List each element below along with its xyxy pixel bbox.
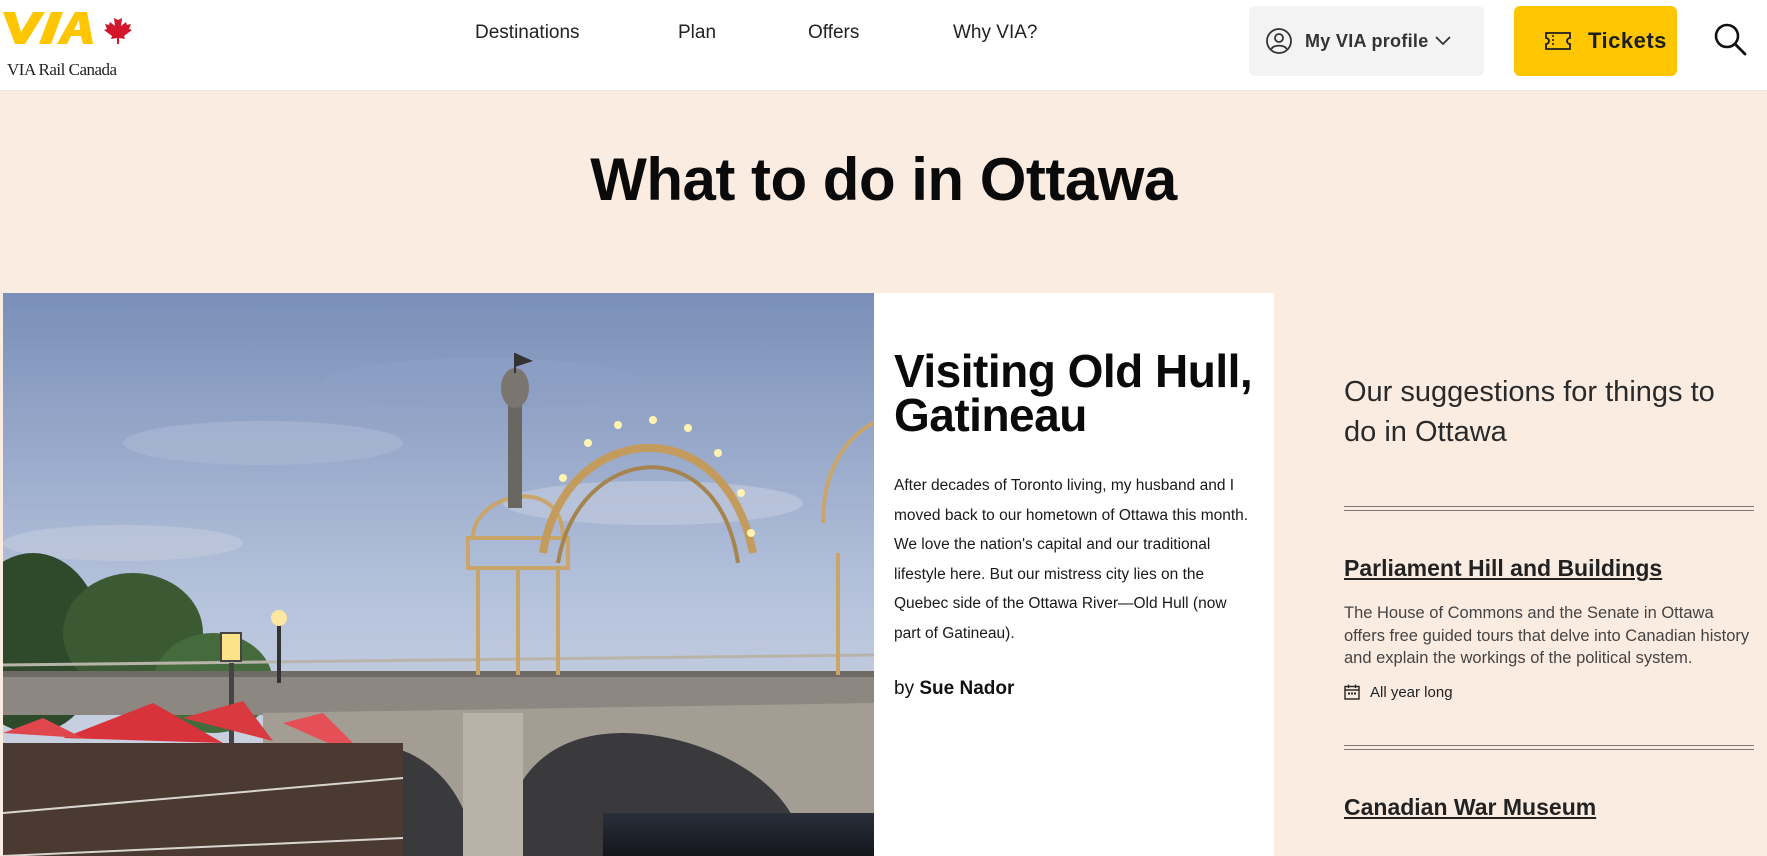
author-name: Sue Nador [919,678,1015,699]
my-via-profile-button[interactable]: My VIA profile [1249,6,1484,76]
feature-image-old-hull[interactable] [3,293,874,856]
search-icon [1714,23,1747,56]
nav-offers[interactable]: Offers [808,22,859,44]
suggestion-schedule: All year long [1344,684,1754,701]
ticket-icon [1545,32,1571,50]
schedule-label: All year long [1370,683,1453,701]
divider [1344,744,1754,750]
nav-why-via[interactable]: Why VIA? [953,22,1037,44]
nav-plan[interactable]: Plan [678,22,716,44]
search-button[interactable] [1713,22,1747,56]
suggestions-sidebar: Our suggestions for things to do in Otta… [1344,372,1754,821]
tickets-label: Tickets [1588,28,1667,53]
logo-wordmark: VIA Rail Canada [7,60,117,79]
suggestion-title-parliament-hill[interactable]: Parliament Hill and Buildings [1344,555,1754,582]
via-logo-mark [3,12,132,44]
site-header: VIA Rail Canada Destinations Plan Offers… [0,0,1767,91]
tickets-button[interactable]: Tickets [1514,6,1677,76]
suggestions-heading: Our suggestions for things to do in Otta… [1344,376,1715,448]
divider [1344,506,1754,511]
feature-photo [3,293,874,856]
feature-article-card: Visiting Old Hull, Gatineau After decade… [874,293,1274,856]
feature-title[interactable]: Visiting Old Hull, Gatineau [894,348,1254,438]
profile-label: My VIA profile [1305,30,1429,51]
page-title: What to do in Ottawa [590,146,1177,213]
nav-destinations[interactable]: Destinations [475,22,580,44]
user-icon [1266,28,1292,54]
byline-prefix: by [894,678,915,699]
via-rail-logo[interactable]: VIA Rail Canada [3,10,133,79]
suggestion-title-war-museum[interactable]: Canadian War Museum [1344,794,1754,821]
calendar-icon [1344,684,1360,700]
suggestion-description: The House of Commons and the Senate in O… [1344,604,1750,667]
suggestion-item: Canadian War Museum [1344,794,1754,821]
feature-byline: by Sue Nador [894,678,1254,700]
feature-excerpt: After decades of Toronto living, my husb… [894,477,1249,642]
chevron-down-icon [1434,36,1451,46]
suggestion-item: Parliament Hill and Buildings The House … [1344,555,1754,701]
